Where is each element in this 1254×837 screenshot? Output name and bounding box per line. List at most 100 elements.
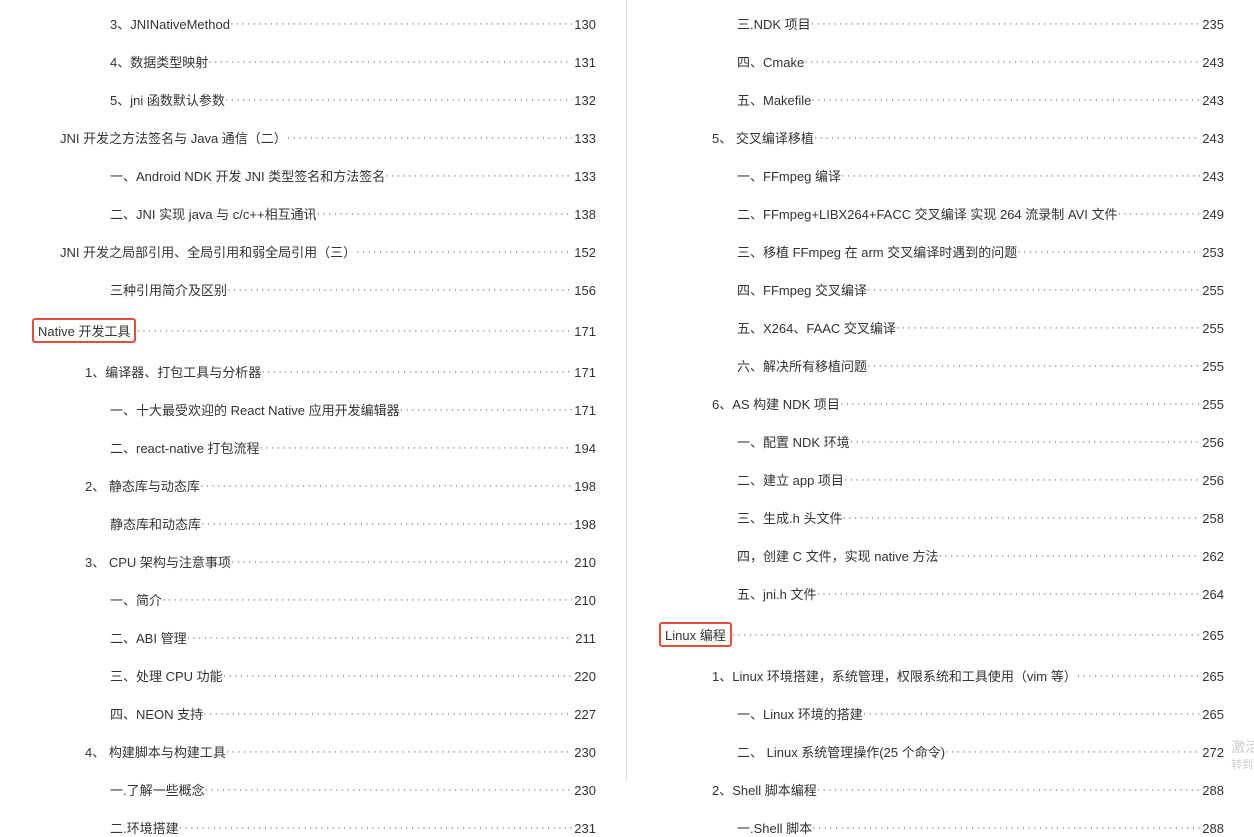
toc-entry[interactable]: 五、jni.h 文件264 bbox=[657, 584, 1224, 603]
toc-label: 5、jni 函数默认参数 bbox=[110, 90, 225, 109]
toc-page-number: 243 bbox=[1200, 131, 1224, 146]
watermark-line-1: 激活 Win bbox=[1231, 738, 1254, 758]
toc-label: JNI 开发之方法签名与 Java 通信（二） bbox=[60, 128, 287, 147]
toc-entry[interactable]: 三、生成.h 头文件258 bbox=[657, 508, 1224, 527]
toc-entry[interactable]: JNI 开发之方法签名与 Java 通信（二） 133 bbox=[30, 128, 596, 147]
toc-label: 一、Linux 环境的搭建 bbox=[737, 704, 863, 723]
toc-label: 6、AS 构建 NDK 项目 bbox=[712, 394, 840, 413]
toc-entry[interactable]: 四，创建 C 文件，实现 native 方法 262 bbox=[657, 546, 1224, 565]
toc-entry[interactable]: 二、JNI 实现 java 与 c/c++相互通讯138 bbox=[30, 204, 596, 223]
toc-entry[interactable]: 2、Shell 脚本编程288 bbox=[657, 780, 1224, 799]
toc-entry[interactable]: 二、FFmpeg+LIBX264+FACC 交叉编译 实现 264 流录制 AV… bbox=[657, 204, 1224, 223]
toc-entry[interactable]: 三种引用简介及区别156 bbox=[30, 280, 596, 299]
toc-page-number: 256 bbox=[1200, 473, 1224, 488]
toc-label: 4、 构建脚本与构建工具 bbox=[85, 742, 226, 761]
toc-leader-dots bbox=[201, 518, 572, 530]
windows-activation-watermark: 激活 Win 转到"设置"以 bbox=[1231, 738, 1254, 773]
toc-leader-dots bbox=[260, 442, 573, 454]
toc-entry[interactable]: 一.了解一些概念230 bbox=[30, 780, 596, 799]
toc-entry[interactable]: Native 开发工具171 bbox=[30, 318, 596, 343]
toc-page-number: 210 bbox=[572, 555, 596, 570]
toc-label: 二.环境搭建 bbox=[110, 818, 179, 837]
toc-page-number: 262 bbox=[1200, 549, 1224, 564]
toc-label: 一、Android NDK 开发 JNI 类型签名和方法签名 bbox=[110, 166, 385, 185]
toc-label: 一、十大最受欢迎的 React Native 应用开发编辑器 bbox=[110, 400, 400, 419]
toc-entry[interactable]: 二、 Linux 系统管理操作(25 个命令)272 bbox=[657, 742, 1224, 761]
toc-page-number: 133 bbox=[572, 131, 596, 146]
toc-entry[interactable]: 一、Android NDK 开发 JNI 类型签名和方法签名133 bbox=[30, 166, 596, 185]
toc-entry[interactable]: 一、简介210 bbox=[30, 590, 596, 609]
toc-entry[interactable]: 一、配置 NDK 环境 256 bbox=[657, 432, 1224, 451]
toc-leader-dots bbox=[261, 366, 572, 378]
toc-leader-dots bbox=[385, 170, 572, 182]
toc-entry[interactable]: 3、 CPU 架构与注意事项210 bbox=[30, 552, 596, 571]
toc-entry[interactable]: 三.NDK 项目235 bbox=[657, 14, 1224, 33]
toc-entry[interactable]: 1、编译器、打包工具与分析器171 bbox=[30, 362, 596, 381]
toc-entry[interactable]: 二、ABI 管理211 bbox=[30, 628, 596, 647]
toc-entry[interactable]: JNI 开发之局部引用、全局引用和弱全局引用（三）152 bbox=[30, 242, 596, 261]
toc-page-number: 198 bbox=[572, 479, 596, 494]
toc-page-number: 243 bbox=[1200, 55, 1224, 70]
toc-leader-dots bbox=[162, 594, 572, 606]
toc-entry[interactable]: 6、AS 构建 NDK 项目 255 bbox=[657, 394, 1224, 413]
toc-entry[interactable]: 四、NEON 支持227 bbox=[30, 704, 596, 723]
toc-entry[interactable]: 一、FFmpeg 编译243 bbox=[657, 166, 1224, 185]
toc-entry[interactable]: 三、处理 CPU 功能220 bbox=[30, 666, 596, 685]
toc-entry[interactable]: 5、 交叉编译移植243 bbox=[657, 128, 1224, 147]
toc-entry[interactable]: 静态库和动态库198 bbox=[30, 514, 596, 533]
toc-page-number: 256 bbox=[1200, 435, 1224, 450]
toc-entry[interactable]: 四、Cmake 243 bbox=[657, 52, 1224, 71]
toc-page-number: 253 bbox=[1200, 245, 1224, 260]
toc-entry[interactable]: 二.环境搭建 231 bbox=[30, 818, 596, 837]
watermark-line-2: 转到"设置"以 bbox=[1231, 758, 1254, 773]
toc-leader-dots bbox=[863, 708, 1201, 720]
toc-leader-dots bbox=[187, 632, 574, 644]
toc-page-number: 156 bbox=[572, 283, 596, 298]
toc-label: 四、Cmake bbox=[737, 52, 804, 71]
toc-page-number: 255 bbox=[1200, 283, 1224, 298]
toc-label: 三、处理 CPU 功能 bbox=[110, 666, 223, 685]
highlighted-section-title: Native 开发工具 bbox=[32, 318, 136, 343]
toc-entry[interactable]: 五、Makefile243 bbox=[657, 90, 1224, 109]
toc-page-number: 171 bbox=[572, 403, 596, 418]
toc-entry[interactable]: 3、JNINativeMethod130 bbox=[30, 14, 596, 33]
toc-label: 一、配置 NDK 环境 bbox=[737, 432, 850, 451]
toc-entry[interactable]: 四、FFmpeg 交叉编译 255 bbox=[657, 280, 1224, 299]
toc-leader-dots bbox=[945, 746, 1200, 758]
toc-entry[interactable]: 一.Shell 脚本 288 bbox=[657, 818, 1224, 837]
toc-leader-dots bbox=[817, 784, 1201, 796]
toc-page-number: 231 bbox=[572, 821, 596, 836]
toc-entry[interactable]: 4、 构建脚本与构建工具 230 bbox=[30, 742, 596, 761]
toc-entry[interactable]: Linux 编程265 bbox=[657, 622, 1224, 647]
left-page: 3、JNINativeMethod130 4、数据类型映射131 5、jni 函数默… bbox=[0, 0, 627, 781]
page-spread: 3、JNINativeMethod130 4、数据类型映射131 5、jni 函数默… bbox=[0, 0, 1254, 781]
toc-entry[interactable]: 2、 静态库与动态库198 bbox=[30, 476, 596, 495]
toc-label: 2、Shell 脚本编程 bbox=[712, 780, 817, 799]
toc-leader-dots bbox=[1077, 670, 1201, 682]
toc-entry[interactable]: 三、移植 FFmpeg 在 arm 交叉编译时遇到的问题253 bbox=[657, 242, 1224, 261]
toc-entry[interactable]: 4、数据类型映射131 bbox=[30, 52, 596, 71]
toc-entry[interactable]: 一、十大最受欢迎的 React Native 应用开发编辑器 171 bbox=[30, 400, 596, 419]
toc-entry[interactable]: 五、X264、FAAC 交叉编译255 bbox=[657, 318, 1224, 337]
toc-label: 六、解决所有移植问题 bbox=[737, 356, 867, 375]
toc-entry[interactable]: 六、解决所有移植问题255 bbox=[657, 356, 1224, 375]
toc-entry[interactable]: 二、react-native 打包流程194 bbox=[30, 438, 596, 457]
toc-leader-dots bbox=[231, 556, 572, 568]
toc-label: 三.NDK 项目 bbox=[737, 14, 811, 33]
toc-leader-dots bbox=[841, 170, 1200, 182]
toc-entry[interactable]: 一、Linux 环境的搭建265 bbox=[657, 704, 1224, 723]
toc-label: 四、FFmpeg 交叉编译 bbox=[737, 280, 867, 299]
toc-label: 四，创建 C 文件，实现 native 方法 bbox=[737, 546, 939, 565]
toc-page-number: 230 bbox=[572, 745, 596, 760]
toc-entry[interactable]: 1、Linux 环境搭建，系统管理，权限系统和工具使用（vim 等）265 bbox=[657, 666, 1224, 685]
toc-label: 一.Shell 脚本 bbox=[737, 818, 812, 837]
toc-entry[interactable]: 二、建立 app 项目256 bbox=[657, 470, 1224, 489]
toc-page-number: 198 bbox=[572, 517, 596, 532]
toc-page-number: 255 bbox=[1200, 397, 1224, 412]
toc-page-number: 227 bbox=[572, 707, 596, 722]
toc-page-number: 130 bbox=[572, 17, 596, 32]
toc-page-number: 171 bbox=[572, 365, 596, 380]
toc-entry[interactable]: 5、jni 函数默认参数132 bbox=[30, 90, 596, 109]
toc-page-number: 288 bbox=[1200, 821, 1224, 836]
toc-label: JNI 开发之局部引用、全局引用和弱全局引用（三） bbox=[60, 242, 356, 261]
